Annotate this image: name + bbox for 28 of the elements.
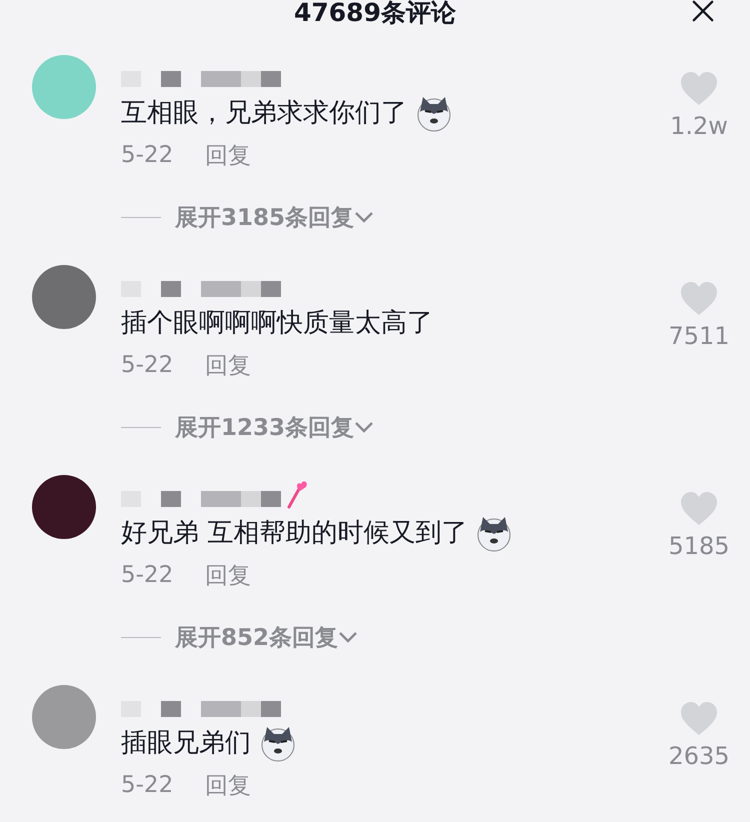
expand-replies-link[interactable]: 展开3185条回复: [175, 202, 354, 232]
comment-text: 互相眼，兄弟求求你们了: [121, 97, 407, 130]
reply-link[interactable]: 回复: [205, 140, 252, 170]
husky-emoji-icon: [415, 94, 453, 132]
heart-arrow-icon: [287, 479, 309, 509]
like-count: 5185: [668, 532, 730, 560]
expand-replies-link[interactable]: 展开1233条回复: [175, 412, 354, 442]
chevron-down-icon[interactable]: [354, 211, 374, 223]
chevron-down-icon[interactable]: [338, 631, 358, 643]
reply-link[interactable]: 回复: [205, 350, 252, 380]
husky-emoji-icon: [475, 514, 514, 552]
husky-emoji-icon: [259, 724, 297, 762]
reply-link[interactable]: 回复: [205, 560, 252, 590]
comment-text: 好兄弟 互相帮助的时候又到了: [121, 517, 468, 550]
comment-text: 插眼兄弟们: [121, 727, 251, 760]
comments-title: 47689条评论: [294, 0, 456, 26]
like-count: 7511: [668, 322, 730, 350]
expand-replies-link[interactable]: 展开852条回复: [175, 622, 338, 652]
like-count: 2635: [668, 742, 730, 770]
comment-text: 插个眼啊啊啊快质量太高了: [121, 307, 433, 340]
comment-date: 5-22: [121, 142, 174, 168]
close-icon[interactable]: [692, 0, 714, 22]
chevron-down-icon[interactable]: [354, 421, 374, 433]
like-count: 1.2w: [670, 112, 728, 140]
comment-date: 5-22: [121, 772, 174, 798]
comment-date: 5-22: [121, 562, 174, 588]
reply-link[interactable]: 回复: [205, 770, 252, 800]
comment-date: 5-22: [121, 352, 174, 378]
